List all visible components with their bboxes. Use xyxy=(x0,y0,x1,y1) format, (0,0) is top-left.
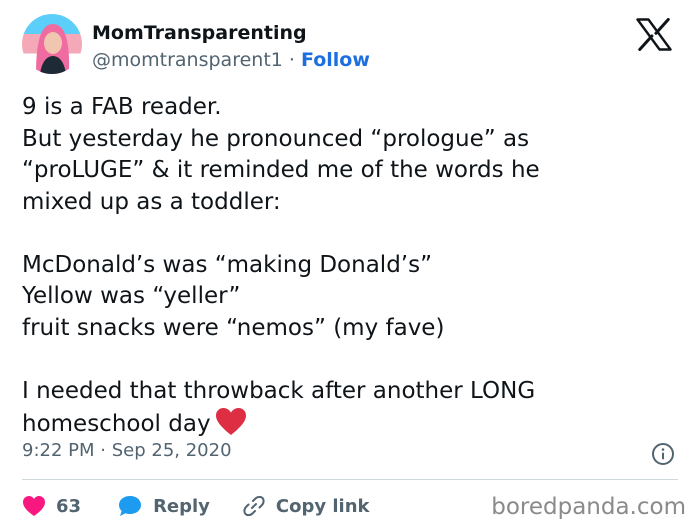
tweet-actions: 63 Reply Copy link xyxy=(22,490,370,522)
tweet-line: I needed that throwback after another LO… xyxy=(22,377,536,404)
handle-separator: · xyxy=(288,49,295,71)
reply-label: Reply xyxy=(153,495,210,517)
reply-bubble-icon xyxy=(119,496,142,516)
tweet-line: homeschool day xyxy=(22,411,211,437)
tweet-date: Sep 25, 2020 xyxy=(111,440,232,461)
avatar-portrait xyxy=(36,24,70,74)
tweet-text: 9 is a FAB reader. But yesterday he pron… xyxy=(22,92,682,441)
tweet-line: Yellow was “yeller” xyxy=(22,283,241,309)
author-name[interactable]: MomTransparenting xyxy=(92,22,307,44)
like-count: 63 xyxy=(56,495,82,517)
x-logo-icon[interactable] xyxy=(636,18,672,51)
divider xyxy=(22,479,678,480)
link-icon xyxy=(243,495,265,517)
author-handle[interactable]: @momtransparent1 xyxy=(92,49,283,71)
tweet-last-line: homeschool day xyxy=(22,407,682,441)
reply-button[interactable]: Reply xyxy=(117,494,210,518)
avatar[interactable] xyxy=(22,14,82,74)
tweet-line: “proLUGE” & it reminded me of the words … xyxy=(22,157,540,183)
tweet-line: mixed up as a toddler: xyxy=(22,188,281,215)
follow-button[interactable]: Follow xyxy=(301,49,370,71)
author-handle-row: @momtransparent1 · Follow xyxy=(92,49,370,71)
tweet-line: McDonald’s was “making Donald’s” xyxy=(22,251,433,278)
timestamp-separator: · xyxy=(100,440,106,461)
copy-link-button[interactable]: Copy link xyxy=(242,494,370,518)
info-icon[interactable] xyxy=(651,442,675,466)
watermark: boredpanda.com xyxy=(491,494,686,520)
tweet-line: fruit snacks were “nemos” (my fave) xyxy=(22,314,445,341)
copy-link-label: Copy link xyxy=(275,495,370,517)
heart-emoji-icon xyxy=(215,408,246,435)
tweet-time: 9:22 PM xyxy=(22,440,95,461)
heart-icon xyxy=(23,496,45,516)
tweet-line: 9 is a FAB reader. xyxy=(22,94,222,120)
like-button[interactable]: 63 xyxy=(22,495,81,517)
tweet-line: But yesterday he pronounced “prologue” a… xyxy=(22,125,530,152)
tweet-timestamp[interactable]: 9:22 PM · Sep 25, 2020 xyxy=(22,440,232,461)
